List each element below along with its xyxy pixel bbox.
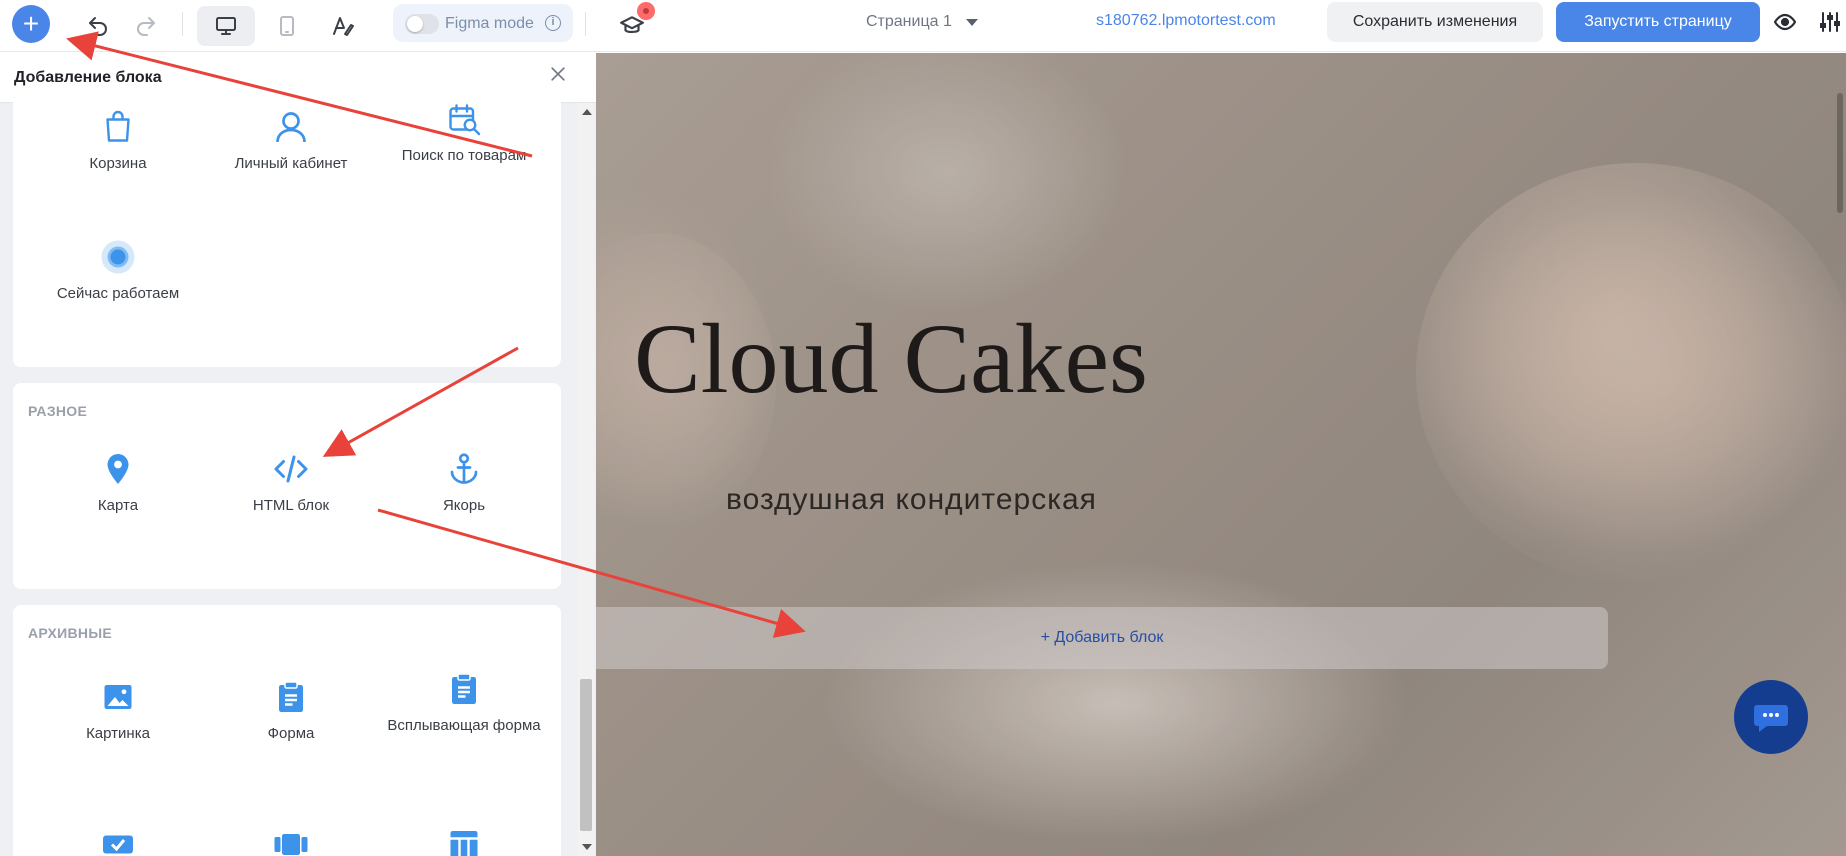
block-item-label: Сейчас работаем xyxy=(56,285,180,302)
page-canvas: Cloud Cakes воздушная кондитерская + Доб… xyxy=(596,53,1846,856)
add-block-button[interactable]: + xyxy=(12,5,50,43)
block-item-carousel[interactable] xyxy=(206,819,376,856)
image-icon xyxy=(104,685,132,709)
academy-button[interactable] xyxy=(612,2,655,46)
block-item-account[interactable]: Личный кабинет xyxy=(206,103,376,173)
canvas-scrollbar[interactable] xyxy=(1834,53,1846,856)
mobile-icon xyxy=(280,16,294,36)
preview-button[interactable] xyxy=(1770,10,1800,34)
launch-page-button[interactable]: Запустить страницу xyxy=(1556,2,1760,42)
scroll-thumb[interactable] xyxy=(580,679,592,831)
block-item-label: Карта xyxy=(97,497,139,514)
redo-button[interactable] xyxy=(126,6,166,46)
save-changes-button[interactable]: Сохранить изменения xyxy=(1327,2,1543,42)
figma-mode-toggle[interactable]: Figma mode i xyxy=(393,4,573,42)
domain-link[interactable]: s180762.lpmotortest.com xyxy=(1096,12,1276,30)
category-title: РАЗНОЕ xyxy=(28,403,88,419)
info-icon[interactable]: i xyxy=(545,15,561,31)
hero-overlay xyxy=(596,53,1846,856)
shopping-bag-icon xyxy=(106,110,130,142)
hero-title[interactable]: Cloud Cakes xyxy=(634,301,1148,416)
chevron-down-icon xyxy=(965,18,978,26)
map-pin-icon xyxy=(107,454,129,484)
code-icon xyxy=(274,455,308,483)
chat-bubble-icon xyxy=(1754,705,1788,732)
font-pen-icon xyxy=(333,17,354,36)
block-item-label: HTML блок xyxy=(252,497,330,514)
scroll-down-arrow-icon[interactable] xyxy=(582,844,592,850)
chat-widget-button[interactable] xyxy=(1734,680,1808,754)
close-panel-button[interactable] xyxy=(548,64,572,88)
close-icon xyxy=(551,67,565,81)
desktop-icon xyxy=(216,17,236,35)
user-icon xyxy=(276,112,306,143)
block-category-misc: РАЗНОЕ Карта HTML блок Якорь xyxy=(13,383,561,589)
block-item-checkbox[interactable] xyxy=(33,819,203,856)
page-selector[interactable]: Страница 1 xyxy=(866,10,978,34)
block-item-label: Якорь xyxy=(442,497,486,514)
block-item-label: Форма xyxy=(267,725,315,742)
table-icon xyxy=(450,831,478,856)
block-item-map[interactable]: Карта xyxy=(33,445,203,515)
panel-scrollbar[interactable] xyxy=(578,103,594,856)
redo-icon xyxy=(137,17,155,36)
undo-icon xyxy=(89,17,107,36)
panel-title: Добавление блока xyxy=(14,69,162,86)
toolbar-divider xyxy=(585,12,586,36)
category-title: АРХИВНЫЕ xyxy=(28,625,112,641)
block-item-popup-form[interactable]: Всплывающая форма xyxy=(379,665,549,735)
hero-subtitle[interactable]: воздушная кондитерская xyxy=(726,483,1097,517)
typography-button[interactable] xyxy=(323,6,363,46)
block-item-label: Поиск по товарам xyxy=(401,147,527,164)
block-category-card: Корзина Личный кабинет Поиск по товарам … xyxy=(13,89,561,367)
scroll-up-arrow-icon[interactable] xyxy=(582,109,592,115)
block-item-html[interactable]: HTML блок xyxy=(206,445,376,515)
toolbar-divider xyxy=(182,12,183,36)
notification-dot xyxy=(637,2,655,20)
add-block-panel: Добавление блока Корзина Личный кабинет … xyxy=(0,53,596,856)
block-item-label: Картинка xyxy=(86,725,150,742)
calendar-search-icon xyxy=(449,104,481,136)
sliders-icon xyxy=(1820,12,1840,32)
block-item-cart[interactable]: Корзина xyxy=(33,103,203,173)
toggle-switch[interactable] xyxy=(405,14,439,34)
plus-icon: + xyxy=(22,8,40,39)
mobile-view-button[interactable] xyxy=(267,6,307,46)
carousel-icon xyxy=(274,834,308,855)
block-item-open-now[interactable]: Сейчас работаем xyxy=(33,233,203,303)
undo-button[interactable] xyxy=(78,6,118,46)
figma-mode-label: Figma mode xyxy=(445,15,534,32)
block-item-form[interactable]: Форма xyxy=(206,673,376,743)
block-item-label: Личный кабинет xyxy=(234,155,348,172)
block-category-archive: АРХИВНЫЕ Картинка Форма Всплывающая форм… xyxy=(13,605,561,856)
block-item-image[interactable]: Картинка xyxy=(33,673,203,743)
popup-form-icon xyxy=(452,673,476,704)
form-icon xyxy=(279,681,303,712)
page-name: Страница 1 xyxy=(866,13,952,30)
block-item-table[interactable] xyxy=(379,819,549,856)
block-item-product-search[interactable]: Поиск по товарам xyxy=(379,95,549,165)
checkbox-icon xyxy=(103,835,133,854)
block-item-label: Всплывающая форма xyxy=(387,717,541,734)
eye-icon xyxy=(1773,13,1797,31)
desktop-view-button[interactable] xyxy=(197,6,255,46)
block-item-label: Корзина xyxy=(89,155,147,172)
anchor-icon xyxy=(450,453,478,484)
top-toolbar: + Figma mode i Страница 1 s180762.lpmoto… xyxy=(0,0,1846,52)
add-block-bar[interactable]: + Добавить блок xyxy=(596,607,1608,669)
settings-button[interactable] xyxy=(1815,10,1845,34)
block-item-anchor[interactable]: Якорь xyxy=(379,445,549,515)
status-dot-icon xyxy=(101,240,135,274)
